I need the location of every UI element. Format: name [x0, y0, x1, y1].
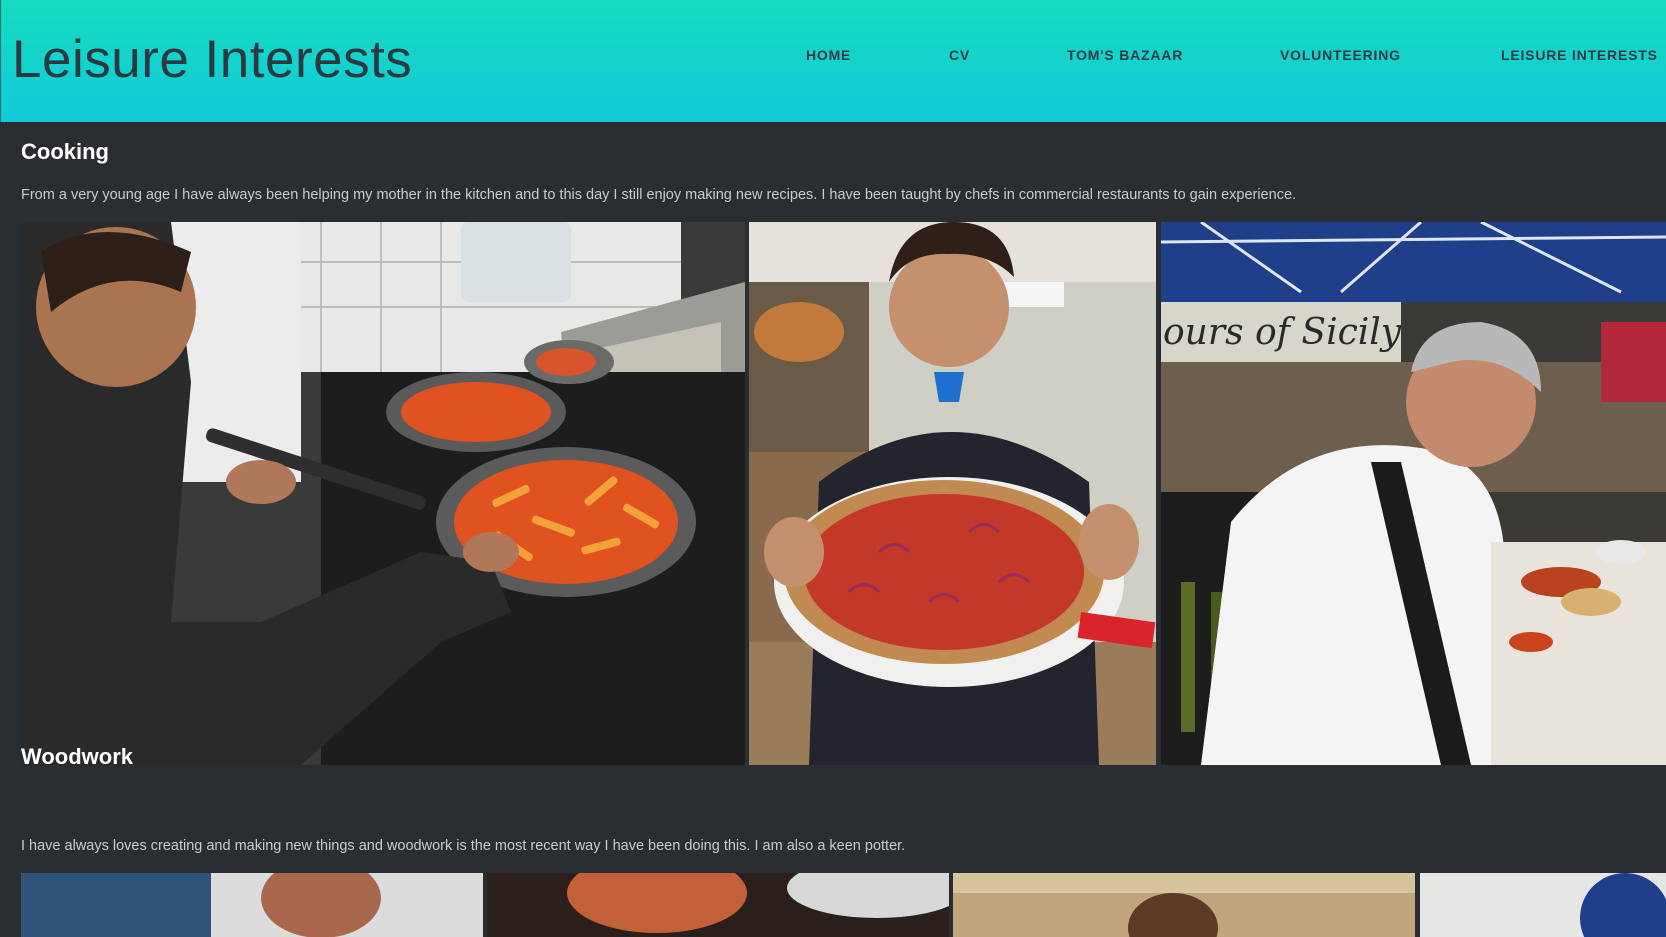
section-heading-woodwork: Woodwork — [21, 744, 134, 769]
site-header: Leisure Interests HOME CV TOM'S BAZAAR V… — [0, 0, 1666, 122]
section-text-cooking: From a very young age I have always been… — [21, 187, 1297, 203]
cooking-pasta-photo — [21, 222, 745, 765]
pizza-photo — [749, 222, 1156, 765]
nav-leisure-interests[interactable]: LEISURE INTERESTS — [1501, 47, 1658, 63]
section-text-woodwork: I have always loves creating and making … — [21, 838, 906, 854]
section-heading-cooking: Cooking — [21, 139, 109, 164]
nav-cv[interactable]: CV — [949, 47, 970, 63]
nav-home[interactable]: HOME — [806, 47, 851, 63]
woodwork-photo-1 — [21, 873, 483, 937]
main-nav: HOME CV TOM'S BAZAAR VOLUNTEERING LEISUR… — [1, 47, 1666, 67]
market-stall-photo: ours of Sicily — [1161, 222, 1666, 765]
woodwork-photo-3 — [953, 873, 1415, 937]
main-content: Cooking From a very young age I have alw… — [0, 122, 1666, 937]
woodwork-photo-4 — [1420, 873, 1666, 937]
nav-volunteering[interactable]: VOLUNTEERING — [1280, 47, 1401, 63]
nav-toms-bazaar[interactable]: TOM'S BAZAAR — [1067, 47, 1183, 63]
woodwork-photo-2 — [487, 873, 949, 937]
stall-sign-text: ours of Sicily — [1163, 312, 1402, 353]
